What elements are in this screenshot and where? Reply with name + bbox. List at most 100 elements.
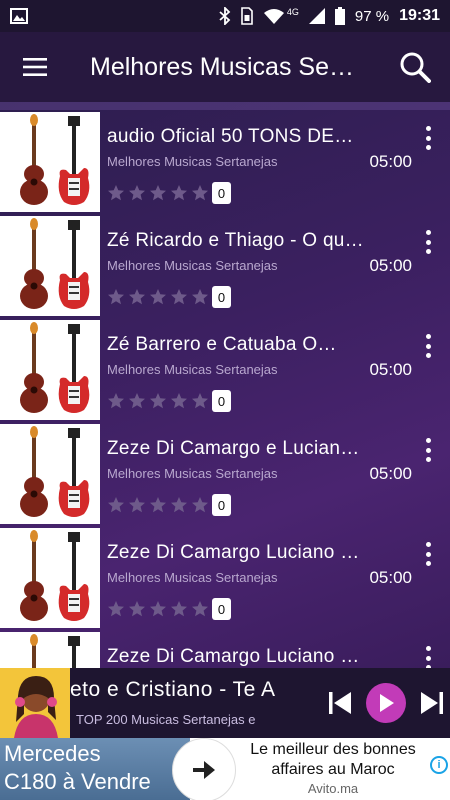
star-icon[interactable]: [191, 600, 209, 618]
song-thumbnail[interactable]: [0, 528, 100, 628]
menu-button[interactable]: [0, 32, 70, 102]
clock: 19:31: [399, 7, 440, 24]
play-button[interactable]: [365, 683, 406, 723]
rating-count-badge: 0: [212, 598, 231, 620]
more-options-icon[interactable]: [416, 332, 440, 360]
star-icon[interactable]: [149, 600, 167, 618]
song-list-item[interactable]: Zeze Di Camargo e Lucian… Melhores Musica…: [0, 424, 450, 524]
search-button[interactable]: [380, 32, 450, 102]
ad-info-icon[interactable]: i: [430, 756, 448, 774]
ad-headline-line2: C180 à Vendre: [4, 769, 151, 794]
guitars-thumbnail-image: [0, 424, 100, 524]
ad-arrow-button[interactable]: [172, 738, 236, 800]
song-subtitle: Melhores Musicas Sertanejas: [107, 570, 278, 585]
more-options-icon[interactable]: [416, 540, 440, 568]
ad-banner[interactable]: Mercedes C180 à Vendre Le meilleur des b…: [0, 738, 450, 800]
song-duration: 05:00: [369, 464, 412, 483]
song-info[interactable]: audio Oficial 50 TONS DE… Melhores Musica…: [100, 112, 450, 212]
more-options-icon[interactable]: [416, 228, 440, 256]
ad-image[interactable]: Mercedes C180 à Vendre: [0, 738, 190, 800]
star-icon[interactable]: [128, 600, 146, 618]
star-icon[interactable]: [149, 496, 167, 514]
player-track-subtitle: TOP 200 Musicas Sertanejas e: [76, 712, 256, 727]
skip-previous-icon[interactable]: [328, 692, 353, 714]
song-info[interactable]: Zé Ricardo e Thiago - O qu… Melhores Musi…: [100, 216, 450, 316]
star-icon[interactable]: [191, 392, 209, 410]
star-icon[interactable]: [191, 496, 209, 514]
star-icon[interactable]: [107, 392, 125, 410]
guitars-thumbnail-image: [0, 216, 100, 316]
album-art-thumbnail[interactable]: [0, 668, 70, 738]
star-icon[interactable]: [107, 288, 125, 306]
rating-stars[interactable]: [107, 392, 209, 410]
bluetooth-icon: [219, 7, 231, 25]
rating-stars[interactable]: [107, 496, 209, 514]
star-icon[interactable]: [107, 184, 125, 202]
song-title: Zé Ricardo e Thiago - O qu…: [107, 230, 364, 251]
more-options-icon[interactable]: [416, 436, 440, 464]
wifi-icon: [263, 9, 284, 24]
star-icon[interactable]: [149, 288, 167, 306]
rating-stars[interactable]: [107, 288, 209, 306]
network-type-label: 4G: [286, 7, 299, 17]
skip-next-icon[interactable]: [419, 692, 444, 714]
song-info[interactable]: Zé Barrero e Catuaba O… Melhores Musicas …: [100, 320, 450, 420]
search-icon: [400, 52, 431, 83]
status-bar: 4G 97 % 19:31: [0, 0, 450, 32]
star-icon[interactable]: [170, 600, 188, 618]
singer-portrait-image: [0, 668, 70, 738]
song-list-item[interactable]: Zé Ricardo e Thiago - O qu… Melhores Musi…: [0, 216, 450, 316]
rating-count-badge: 0: [212, 286, 231, 308]
song-subtitle: Melhores Musicas Sertanejas: [107, 258, 278, 273]
battery-icon: [334, 7, 345, 25]
star-icon[interactable]: [107, 600, 125, 618]
song-list[interactable]: audio Oficial 50 TONS DE… Melhores Musica…: [0, 102, 450, 668]
song-list-item[interactable]: Zeze Di Camargo Luciano … Melhores Musica…: [0, 528, 450, 628]
song-thumbnail[interactable]: [0, 216, 100, 316]
ad-source: Avito.ma: [307, 781, 359, 796]
star-icon[interactable]: [149, 392, 167, 410]
song-subtitle: Melhores Musicas Sertanejas: [107, 362, 278, 377]
star-icon[interactable]: [149, 184, 167, 202]
rating-stars[interactable]: [107, 184, 209, 202]
star-icon[interactable]: [128, 184, 146, 202]
song-thumbnail[interactable]: [0, 424, 100, 524]
play-icon: [379, 694, 394, 712]
guitars-thumbnail-image: [0, 320, 100, 420]
star-icon[interactable]: [170, 392, 188, 410]
player-controls: [322, 668, 450, 738]
rating-count-badge: 0: [212, 494, 231, 516]
song-title: Zé Barrero e Catuaba O…: [107, 334, 337, 355]
app-bar: Melhores Musicas Se…: [0, 32, 450, 102]
guitars-thumbnail-image: [0, 528, 100, 628]
star-icon[interactable]: [170, 288, 188, 306]
battery-percent: 97 %: [354, 7, 390, 25]
star-icon[interactable]: [170, 184, 188, 202]
song-title: Zeze Di Camargo Luciano …: [107, 542, 360, 563]
song-info[interactable]: Zeze Di Camargo Luciano … Melhores Musica…: [100, 528, 450, 628]
song-info[interactable]: Zeze Di Camargo e Lucian… Melhores Musica…: [100, 424, 450, 524]
star-icon[interactable]: [191, 288, 209, 306]
ad-copy[interactable]: Le meilleur des bonnes affaires au Maroc…: [236, 738, 430, 800]
star-icon[interactable]: [170, 496, 188, 514]
star-icon[interactable]: [107, 496, 125, 514]
more-options-icon[interactable]: [416, 644, 440, 668]
star-icon[interactable]: [128, 392, 146, 410]
song-title: Zeze Di Camargo e Lucian…: [107, 438, 360, 459]
star-icon[interactable]: [191, 184, 209, 202]
song-list-item[interactable]: Zé Barrero e Catuaba O… Melhores Musicas …: [0, 320, 450, 420]
song-thumbnail[interactable]: [0, 320, 100, 420]
ad-headline-line1: Mercedes: [4, 741, 101, 766]
star-icon[interactable]: [128, 288, 146, 306]
mini-player[interactable]: eto e Cristiano - Te A TOP 200 Musicas S…: [0, 668, 450, 738]
song-thumbnail[interactable]: [0, 632, 100, 668]
song-thumbnail[interactable]: [0, 112, 100, 212]
song-list-item[interactable]: Zeze Di Camargo Luciano …: [0, 632, 450, 668]
song-subtitle: Melhores Musicas Sertanejas: [107, 466, 278, 481]
song-list-item[interactable]: audio Oficial 50 TONS DE… Melhores Musica…: [0, 112, 450, 212]
more-options-icon[interactable]: [416, 124, 440, 152]
player-track-title: eto e Cristiano - Te A: [70, 678, 276, 701]
song-info[interactable]: Zeze Di Camargo Luciano …: [100, 632, 450, 668]
rating-stars[interactable]: [107, 600, 209, 618]
star-icon[interactable]: [128, 496, 146, 514]
